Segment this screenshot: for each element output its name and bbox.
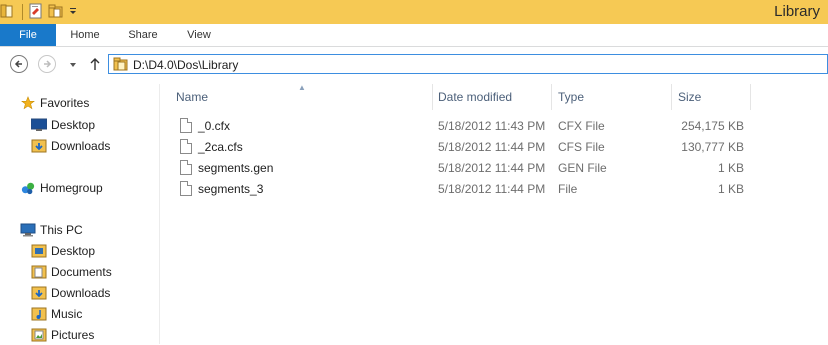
file-row[interactable]: _2ca.cfs 5/18/2012 11:44 PM CFS File 130… — [160, 137, 828, 158]
window-title: Library — [774, 3, 820, 20]
file-name: segments.gen — [198, 161, 274, 175]
recent-locations-icon[interactable] — [68, 60, 78, 70]
star-icon — [21, 96, 35, 110]
nav-item-label: Downloads — [51, 286, 111, 300]
tab-view[interactable]: View — [174, 24, 224, 46]
file-row[interactable]: segments_3 5/18/2012 11:44 PM File 1 KB — [160, 179, 828, 200]
file-date-modified: 5/18/2012 11:44 PM — [438, 182, 546, 196]
file-size: 130,777 KB — [681, 140, 744, 154]
file-date-modified: 5/18/2012 11:44 PM — [438, 140, 546, 154]
file-date-modified: 5/18/2012 11:44 PM — [438, 161, 546, 175]
nav-item-label: Desktop — [51, 118, 96, 132]
toolbar-separator — [22, 4, 23, 20]
desktop-icon — [31, 118, 47, 131]
title-bar: Library — [0, 0, 828, 24]
column-divider[interactable] — [750, 84, 751, 110]
nav-item-label: Documents — [51, 265, 112, 279]
file-size: 1 KB — [717, 182, 744, 196]
nav-item-label: Downloads — [51, 139, 111, 153]
column-header-name[interactable]: Name — [176, 84, 208, 110]
pictures-icon — [31, 328, 47, 342]
downloads-icon — [31, 139, 47, 153]
file-name: segments_3 — [198, 182, 264, 196]
column-header-size[interactable]: Size — [678, 84, 701, 110]
nav-favorites-label: Favorites — [40, 96, 90, 110]
forward-arrow-icon — [44, 60, 52, 68]
downloads-icon — [31, 286, 47, 300]
file-row[interactable]: segments.gen 5/18/2012 11:44 PM GEN File… — [160, 158, 828, 179]
folder-icon[interactable] — [0, 3, 14, 22]
column-divider[interactable] — [432, 84, 433, 110]
file-name: _0.cfx — [198, 119, 231, 133]
nav-item-label: Music — [51, 307, 83, 321]
column-header-type[interactable]: Type — [558, 84, 584, 110]
up-arrow-icon[interactable] — [89, 57, 101, 71]
nav-this-pc-label: This PC — [40, 223, 83, 237]
customize-dropdown-icon[interactable] — [68, 3, 78, 22]
nav-item-label: Desktop — [51, 244, 96, 258]
new-folder-icon[interactable] — [48, 3, 64, 22]
file-name: _2ca.cfs — [198, 140, 243, 154]
tab-file[interactable]: File — [0, 24, 56, 46]
file-type: GEN File — [558, 161, 607, 175]
address-path: D:\D4.0\Dos\Library — [133, 58, 239, 72]
documents-icon — [31, 265, 47, 279]
nav-item-label: Pictures — [51, 328, 95, 342]
desktop-folder-icon — [31, 244, 47, 258]
column-divider[interactable] — [671, 84, 672, 110]
homegroup-icon — [21, 182, 35, 195]
file-icon — [180, 118, 192, 133]
file-icon — [180, 181, 192, 196]
nav-homegroup-label: Homegroup — [40, 181, 103, 195]
file-type: CFX File — [558, 119, 605, 133]
back-button[interactable] — [10, 55, 28, 73]
navigation-bar: D:\D4.0\Dos\Library — [0, 47, 828, 83]
tab-home[interactable]: Home — [60, 24, 110, 46]
navigation-pane: Favorites Desktop Downloads Homegroup Th… — [0, 84, 160, 344]
music-icon — [31, 307, 47, 321]
folder-icon — [113, 57, 128, 71]
file-list: ▲ Name Date modified Type Size _0.cfx 5/… — [160, 83, 828, 344]
file-date-modified: 5/18/2012 11:43 PM — [438, 119, 546, 133]
file-type: CFS File — [558, 140, 605, 154]
column-divider[interactable] — [551, 84, 552, 110]
address-bar[interactable]: D:\D4.0\Dos\Library — [108, 54, 828, 74]
column-header-date-modified[interactable]: Date modified — [438, 84, 512, 110]
file-size: 1 KB — [717, 161, 744, 175]
tab-share[interactable]: Share — [118, 24, 168, 46]
file-row[interactable]: _0.cfx 5/18/2012 11:43 PM CFX File 254,1… — [160, 116, 828, 137]
file-icon — [180, 139, 192, 154]
file-icon — [180, 160, 192, 175]
quick-access-toolbar — [0, 2, 82, 22]
sort-ascending-icon: ▲ — [298, 83, 306, 92]
ribbon-tab-bar: File Home Share View — [0, 24, 828, 47]
forward-button[interactable] — [38, 55, 56, 73]
computer-icon — [20, 223, 36, 237]
file-size: 254,175 KB — [681, 119, 744, 133]
file-type: File — [558, 182, 578, 196]
properties-icon[interactable] — [28, 3, 44, 22]
back-arrow-icon — [14, 60, 22, 68]
